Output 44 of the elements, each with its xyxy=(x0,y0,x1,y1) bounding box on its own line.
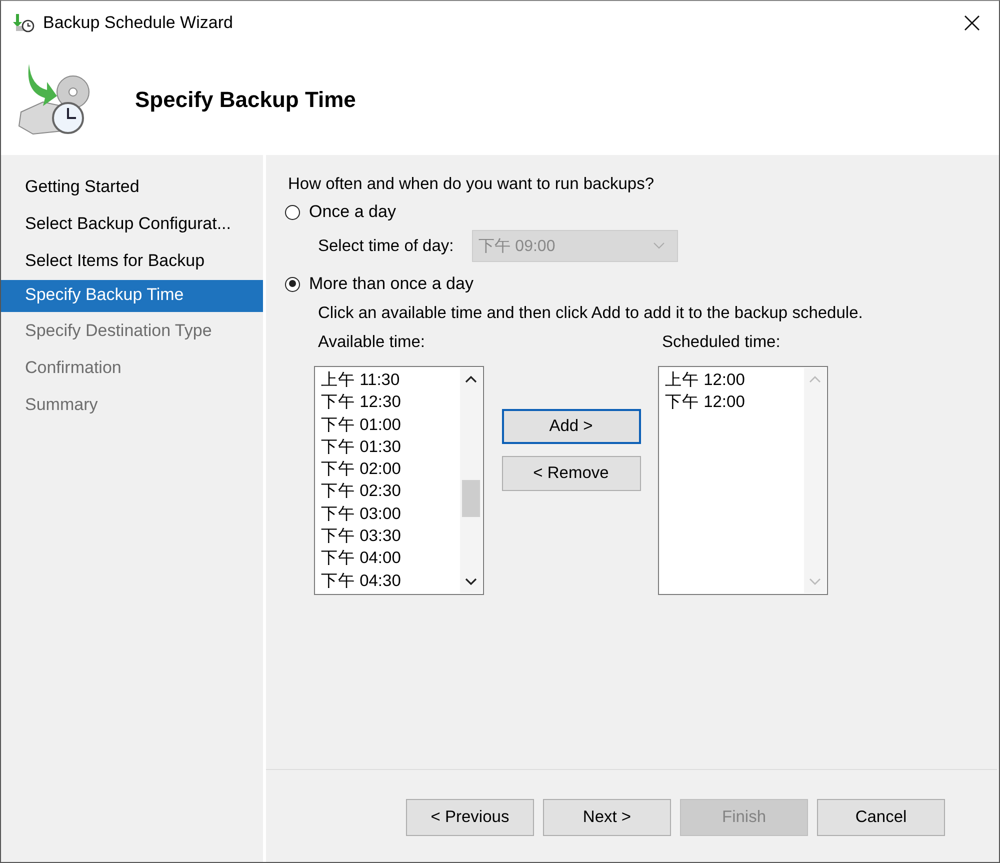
wizard-button[interactable]: Cancel xyxy=(817,798,945,836)
sidebar-item[interactable]: Specify Backup Time xyxy=(1,280,263,312)
sidebar-item[interactable]: Select Backup Configurat... xyxy=(1,210,263,247)
scroll-down-icon xyxy=(809,578,821,586)
list-move-button[interactable]: Add > xyxy=(502,409,640,444)
time-list-item[interactable]: 下午 12:30 xyxy=(321,391,459,414)
radio-label: More than once a day xyxy=(309,274,474,294)
time-of-day-label: Select time of day: xyxy=(318,236,454,256)
list-move-button[interactable]: < Remove xyxy=(502,456,640,491)
radio-option[interactable]: More than once a day xyxy=(285,274,997,294)
time-list-item[interactable]: 上午 11:30 xyxy=(321,369,459,392)
time-list-item[interactable]: 下午 02:00 xyxy=(321,458,459,480)
time-list-item[interactable]: 下午 04:00 xyxy=(321,547,459,570)
radio-icon[interactable] xyxy=(285,204,300,220)
scroll-up-icon xyxy=(809,375,821,383)
scroll-thumb[interactable] xyxy=(462,480,480,517)
scheduled-time-list[interactable]: 上午 12:00 下午 12:00 xyxy=(658,366,828,595)
window-title: Backup Schedule Wizard xyxy=(43,13,233,33)
page-heading: Specify Backup Time xyxy=(135,87,356,113)
time-list-item[interactable]: 下午 01:00 xyxy=(321,414,459,436)
time-list-item[interactable]: 下午 02:30 xyxy=(321,480,459,503)
sidebar-item[interactable]: Getting Started xyxy=(1,173,263,210)
wizard-button[interactable]: Next > xyxy=(543,798,671,836)
question-text: How often and when do you want to run backups? xyxy=(288,175,655,194)
list-label: Scheduled time: xyxy=(661,333,782,353)
backup-clock-icon xyxy=(13,13,35,33)
scroll-up-icon[interactable] xyxy=(465,375,477,383)
instruction-text: Click an available time and then click Add to add it to the backup schedule. xyxy=(317,304,864,323)
radio-icon[interactable] xyxy=(285,276,300,292)
scrollbar[interactable] xyxy=(460,368,482,593)
time-list-item[interactable]: 下午 03:30 xyxy=(321,525,459,548)
time-list-item[interactable]: 下午 01:30 xyxy=(321,436,459,458)
available-time-list[interactable]: 上午 11:30 下午 12:30 下午 01:00 下午 01:30 下午 02:00 下午 02:30 下午 03:00 下午 03:30 下午 04:00 下午 04:30 xyxy=(314,366,484,595)
close-icon[interactable] xyxy=(963,14,981,32)
time-list-item[interactable]: 下午 12:00 xyxy=(665,391,803,414)
time-list-item[interactable]: 下午 03:00 xyxy=(321,502,459,526)
radio-option[interactable]: Once a day xyxy=(285,202,997,222)
chevron-down-icon xyxy=(652,242,665,250)
radio-label: Once a day xyxy=(309,202,396,222)
scroll-down-icon[interactable] xyxy=(465,578,477,586)
wizard-button[interactable]: < Previous xyxy=(406,798,534,836)
time-list-item[interactable]: 上午 12:00 xyxy=(665,369,803,392)
time-list-item[interactable]: 下午 04:30 xyxy=(321,570,459,592)
list-label: Available time: xyxy=(317,333,426,353)
